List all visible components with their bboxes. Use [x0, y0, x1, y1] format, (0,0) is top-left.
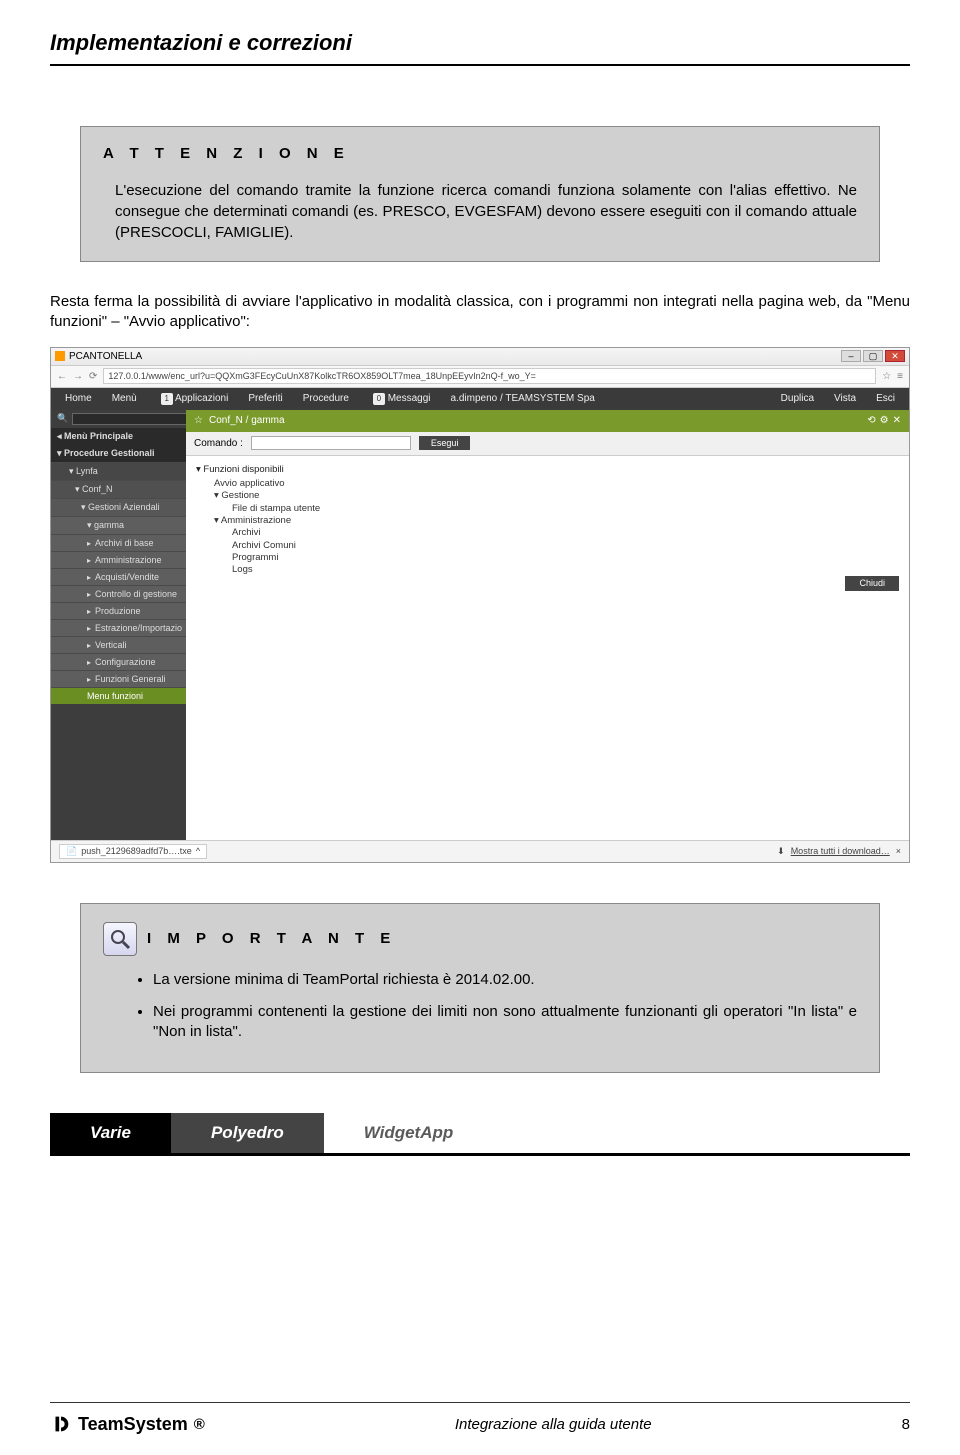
tab-bar: ☆ Conf_N / gamma ⟲ ⚙ ✕ — [186, 410, 909, 432]
menu-home[interactable]: Home — [57, 393, 100, 404]
fn-stampa[interactable]: File di stampa utente — [196, 503, 899, 515]
window-title: PCANTONELLA — [69, 351, 142, 362]
menu-procedure[interactable]: Procedure — [295, 393, 357, 404]
attention-title: A T T E N Z I O N E — [103, 145, 857, 162]
footer-center-text: Integrazione alla guida utente — [205, 1416, 902, 1433]
main-area: ☆ Conf_N / gamma ⟲ ⚙ ✕ Comando : Esegui … — [186, 410, 909, 840]
sidebar-search-row: 🔍 — [51, 410, 186, 428]
close-download-bar[interactable]: × — [896, 846, 901, 856]
command-label: Comando : — [194, 438, 243, 449]
command-input[interactable] — [251, 436, 411, 450]
attention-box: A T T E N Z I O N E L'esecuzione del com… — [80, 126, 880, 262]
reload-icon[interactable]: ⟳ — [89, 371, 97, 382]
sidebar-item-produzione[interactable]: ▸Produzione — [51, 602, 186, 619]
download-indicator-icon: ⬇ — [777, 846, 785, 857]
sidebar-item-configurazione[interactable]: ▸Configurazione — [51, 653, 186, 670]
app-screenshot: PCANTONELLA – ▢ ✕ ← → ⟳ 127.0.0.1/www/en… — [50, 347, 910, 863]
file-icon: 📄 — [66, 846, 77, 857]
close-window-button[interactable]: ✕ — [885, 350, 905, 362]
tab-gear-icon[interactable]: ⚙ — [880, 415, 889, 426]
menu-preferiti[interactable]: Preferiti — [240, 393, 290, 404]
bookmark-icon[interactable]: ☆ — [882, 371, 891, 382]
window-titlebar: PCANTONELLA – ▢ ✕ — [51, 348, 909, 366]
sidebar-head-procedure[interactable]: ▾ Procedure Gestionali — [51, 445, 186, 462]
esegui-button[interactable]: Esegui — [419, 436, 471, 450]
fn-gestione[interactable]: ▾ Gestione — [196, 490, 899, 502]
page-number: 8 — [902, 1416, 910, 1433]
menu-esci[interactable]: Esci — [868, 393, 903, 404]
sidebar-head-principale[interactable]: ◂ Menù Principale — [51, 428, 186, 445]
tab-refresh-icon[interactable]: ⟲ — [867, 415, 875, 426]
back-icon[interactable]: ← — [57, 371, 67, 382]
active-tab-title: Conf_N / gamma — [209, 415, 285, 426]
attention-body: L'esecuzione del comando tramite la funz… — [115, 180, 857, 243]
url-bar[interactable]: 127.0.0.1/www/enc_url?u=QQXmG3FEcyCuUnX8… — [103, 368, 876, 384]
sidebar-item-lynfa[interactable]: ▾ Lynfa — [51, 462, 186, 480]
sidebar-item-archivi[interactable]: ▸Archivi di base — [51, 534, 186, 551]
fn-avvio[interactable]: Avvio applicativo — [196, 478, 899, 490]
forward-icon[interactable]: → — [73, 371, 83, 382]
section-heading-bar: Varie Polyedro WidgetApp — [50, 1113, 910, 1156]
tab-close-icon[interactable]: ✕ — [893, 415, 901, 426]
important-title: I M P O R T A N T E — [147, 930, 396, 947]
sidebar-item-gestioni[interactable]: ▾ Gestioni Aziendali — [51, 498, 186, 516]
section-col-1: Varie — [50, 1113, 171, 1153]
chiudi-button[interactable]: Chiudi — [845, 576, 899, 592]
download-bar: 📄 push_2129689adfd7b….txe ^ ⬇ Mostra tut… — [51, 840, 909, 862]
maximize-button[interactable]: ▢ — [863, 350, 883, 362]
sidebar-item-menu-funzioni[interactable]: Menu funzioni — [51, 687, 186, 704]
important-box: I M P O R T A N T E La versione minima d… — [80, 903, 880, 1074]
body-paragraph: Resta ferma la possibilità di avviare l'… — [50, 292, 910, 333]
important-bullet-2: Nei programmi contenenti la gestione dei… — [153, 1002, 857, 1043]
fn-amministrazione[interactable]: ▾ Amministrazione — [196, 515, 899, 527]
show-all-downloads-link[interactable]: Mostra tutti i download… — [791, 846, 890, 856]
command-bar: Comando : Esegui — [186, 432, 909, 456]
msg-count-badge: 0 — [373, 393, 385, 405]
sidebar-item-estrazione[interactable]: ▸Estrazione/Importazio — [51, 619, 186, 636]
fn-archivi-comuni[interactable]: Archivi Comuni — [196, 540, 899, 552]
sidebar: 🔍 ◂ Menù Principale ▾ Procedure Gestiona… — [51, 410, 186, 840]
sidebar-item-controllo[interactable]: ▸Controllo di gestione — [51, 585, 186, 602]
download-item[interactable]: 📄 push_2129689adfd7b….txe ^ — [59, 844, 207, 859]
sidebar-item-verticali[interactable]: ▸Verticali — [51, 636, 186, 653]
functions-panel: ▾ Funzioni disponibili Avvio applicativo… — [186, 456, 909, 840]
app-count-badge: 1 — [161, 393, 173, 405]
important-bullet-1: La versione minima di TeamPortal richies… — [153, 970, 857, 990]
app-menubar: Home Menù 1 Applicazioni Preferiti Proce… — [51, 388, 909, 410]
favicon-icon — [55, 351, 65, 361]
magnifier-icon — [103, 922, 137, 956]
registered-mark: ® — [194, 1416, 205, 1433]
menu-applicazioni[interactable]: 1 Applicazioni — [149, 393, 237, 405]
menu-icon[interactable]: ≡ — [897, 371, 903, 382]
menu-duplica[interactable]: Duplica — [773, 393, 822, 404]
minimize-button[interactable]: – — [841, 350, 861, 362]
sidebar-item-confn[interactable]: ▾ Conf_N — [51, 480, 186, 498]
menu-menu[interactable]: Menù — [104, 393, 145, 404]
section-col-2: Polyedro — [171, 1113, 324, 1153]
sidebar-item-amministrazione[interactable]: ▸Amministrazione — [51, 551, 186, 568]
star-icon[interactable]: ☆ — [194, 415, 203, 426]
menu-messaggi[interactable]: 0 Messaggi — [361, 393, 439, 405]
fn-programmi[interactable]: Programmi — [196, 552, 899, 564]
search-icon[interactable]: 🔍 — [57, 413, 68, 424]
menu-vista[interactable]: Vista — [826, 393, 864, 404]
download-filename: push_2129689adfd7b….txe — [81, 846, 192, 856]
page-footer: TeamSystem® Integrazione alla guida uten… — [50, 1402, 910, 1435]
section-col-3: WidgetApp — [324, 1113, 494, 1153]
sidebar-item-funzioni-generali[interactable]: ▸Funzioni Generali — [51, 670, 186, 687]
sidebar-item-gamma[interactable]: ▾ gamma — [51, 516, 186, 534]
fn-archivi[interactable]: Archivi — [196, 527, 899, 539]
browser-toolbar: ← → ⟳ 127.0.0.1/www/enc_url?u=QQXmG3FEcy… — [51, 366, 909, 388]
fn-logs[interactable]: Logs — [196, 564, 899, 576]
chevron-up-icon[interactable]: ^ — [196, 846, 200, 856]
functions-header: ▾ Funzioni disponibili — [196, 462, 899, 478]
sidebar-item-acquisti[interactable]: ▸Acquisti/Vendite — [51, 568, 186, 585]
page-title: Implementazioni e correzioni — [50, 30, 910, 66]
brand-logo: TeamSystem® — [50, 1413, 205, 1435]
menu-user: a.dimpeno / TEAMSYSTEM Spa — [443, 393, 603, 404]
